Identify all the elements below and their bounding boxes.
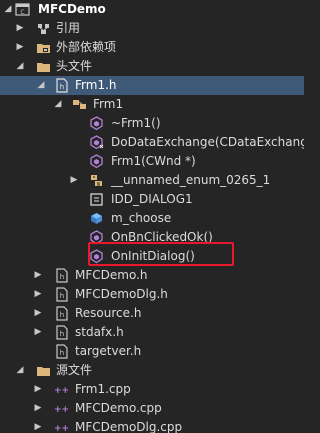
tree-item-label: Frm1.cpp <box>75 382 131 396</box>
tree-item-frm1-class[interactable]: ◢ Frm1 <box>0 95 308 114</box>
method-icon <box>89 230 104 245</box>
svg-text:C: C <box>20 9 24 16</box>
enum-icon <box>89 173 104 188</box>
tree-item-member[interactable]: IDD_DIALOG1 <box>0 190 308 209</box>
tree-item-project[interactable]: ◢ C MFCDemo <box>0 0 308 19</box>
tree-item-references[interactable]: ▶ 引用 <box>0 19 308 38</box>
folder-icon <box>36 363 51 378</box>
header-file-icon: h <box>54 306 69 321</box>
svg-text:h: h <box>60 330 64 338</box>
tree-item-label: OnInitDialog() <box>111 249 195 263</box>
svg-text:h: h <box>60 349 64 357</box>
tree-item-label: OnBnClickedOk() <box>111 230 213 244</box>
tree-item-label: 头文件 <box>56 59 93 73</box>
tree-item-label: MFCDemo.cpp <box>75 401 162 415</box>
tree-item-member[interactable]: ▶ __unnamed_enum_0265_1 <box>0 171 308 190</box>
tree-item-label: MFCDemoDlg.h <box>75 287 168 301</box>
cpp-file-icon: ++ <box>54 401 69 416</box>
chevron-down-icon[interactable]: ◢ <box>15 57 25 76</box>
tree-item-label: stdafx.h <box>75 325 124 339</box>
chevron-right-icon[interactable]: ▶ <box>33 418 43 433</box>
header-file-icon: h <box>54 344 69 359</box>
tree-item-file[interactable]: ▶ ++ MFCDemo.cpp <box>0 399 308 418</box>
chevron-down-icon[interactable]: ◢ <box>36 76 46 95</box>
svg-text:h: h <box>60 83 64 91</box>
chevron-down-icon[interactable]: ◢ <box>15 361 25 380</box>
header-file-icon: h <box>54 268 69 283</box>
enum-member-icon <box>89 192 104 207</box>
folder-icon <box>36 59 51 74</box>
tree-item-member[interactable]: Frm1(CWnd *) <box>0 152 308 171</box>
tree-item-source-folder[interactable]: ◢ 源文件 <box>0 361 308 380</box>
tree-item-file[interactable]: ▶ h Resource.h <box>0 304 308 323</box>
svg-text:h: h <box>60 273 64 281</box>
svg-text:++: ++ <box>54 405 69 415</box>
external-deps-icon <box>36 40 51 55</box>
tree-item-member[interactable]: ~Frm1() <box>0 114 308 133</box>
tree-item-file[interactable]: h targetver.h <box>0 342 308 361</box>
chevron-right-icon[interactable]: ▶ <box>33 399 43 418</box>
tree-item-label: ~Frm1() <box>111 116 161 130</box>
references-icon <box>36 21 51 36</box>
tree-item-label: Resource.h <box>75 306 142 320</box>
tree-item-header-folder[interactable]: ◢ 头文件 <box>0 57 308 76</box>
vertical-scrollbar[interactable] <box>304 0 308 433</box>
tree-item-label: MFCDemo.h <box>75 268 148 282</box>
chevron-right-icon[interactable]: ▶ <box>15 38 25 57</box>
protected-method-icon <box>89 135 104 150</box>
chevron-right-icon[interactable]: ▶ <box>33 266 43 285</box>
tree-item-frm1-h[interactable]: ◢ h Frm1.h <box>0 76 308 95</box>
solution-explorer-tree: ◢ C MFCDemo ▶ 引用 ▶ 外部依赖项 ◢ 头文件 ◢ h Frm1.… <box>0 0 308 433</box>
tree-item-label: Frm1.h <box>75 78 117 92</box>
tree-item-label: targetver.h <box>75 344 142 358</box>
tree-item-member[interactable]: m_choose <box>0 209 308 228</box>
chevron-right-icon[interactable]: ▶ <box>69 171 79 190</box>
tree-item-label: 源文件 <box>56 363 93 377</box>
tree-item-label: IDD_DIALOG1 <box>111 192 193 206</box>
cpp-file-icon: ++ <box>54 382 69 397</box>
method-icon <box>89 249 104 264</box>
chevron-right-icon[interactable]: ▶ <box>33 285 43 304</box>
class-icon <box>72 97 87 112</box>
field-icon <box>89 211 104 226</box>
tree-item-file[interactable]: ▶ h stdafx.h <box>0 323 308 342</box>
tree-item-label: 外部依赖项 <box>56 40 117 54</box>
header-file-icon: h <box>54 325 69 340</box>
tree-item-label: __unnamed_enum_0265_1 <box>111 173 271 187</box>
tree-item-file[interactable]: ▶ h MFCDemo.h <box>0 266 308 285</box>
tree-item-label: MFCDemoDlg.cpp <box>75 420 183 433</box>
tree-item-file[interactable]: ▶ ++ MFCDemoDlg.cpp <box>0 418 308 433</box>
tree-item-member-highlighted[interactable]: OnInitDialog() <box>0 247 308 266</box>
tree-item-external-deps[interactable]: ▶ 外部依赖项 <box>0 38 308 57</box>
method-icon <box>89 116 104 131</box>
chevron-down-icon[interactable]: ◢ <box>53 95 63 114</box>
tree-item-label: Frm1(CWnd *) <box>111 154 196 168</box>
chevron-down-icon[interactable]: ◢ <box>3 0 13 19</box>
tree-item-file[interactable]: ▶ h MFCDemoDlg.h <box>0 285 308 304</box>
tree-item-label: Frm1 <box>93 97 124 111</box>
tree-item-label: DoDataExchange(CDataExchange <box>111 135 308 149</box>
chevron-right-icon[interactable]: ▶ <box>33 323 43 342</box>
svg-text:h: h <box>60 311 64 319</box>
chevron-right-icon[interactable]: ▶ <box>33 380 43 399</box>
svg-text:h: h <box>60 292 64 300</box>
tree-item-label: 引用 <box>56 21 81 35</box>
tree-item-label: MFCDemo <box>38 2 106 16</box>
tree-item-member[interactable]: DoDataExchange(CDataExchange <box>0 133 308 152</box>
tree-item-file[interactable]: ▶ ++ Frm1.cpp <box>0 380 308 399</box>
tree-item-label: m_choose <box>111 211 172 225</box>
svg-text:++: ++ <box>54 424 69 433</box>
cpp-file-icon: ++ <box>54 420 69 433</box>
header-file-icon: h <box>54 78 69 93</box>
chevron-right-icon[interactable]: ▶ <box>15 19 25 38</box>
method-icon <box>89 154 104 169</box>
svg-text:++: ++ <box>54 386 69 396</box>
header-file-icon: h <box>54 287 69 302</box>
tree-item-member[interactable]: OnBnClickedOk() <box>0 228 308 247</box>
project-icon: C <box>15 2 30 17</box>
chevron-right-icon[interactable]: ▶ <box>33 304 43 323</box>
